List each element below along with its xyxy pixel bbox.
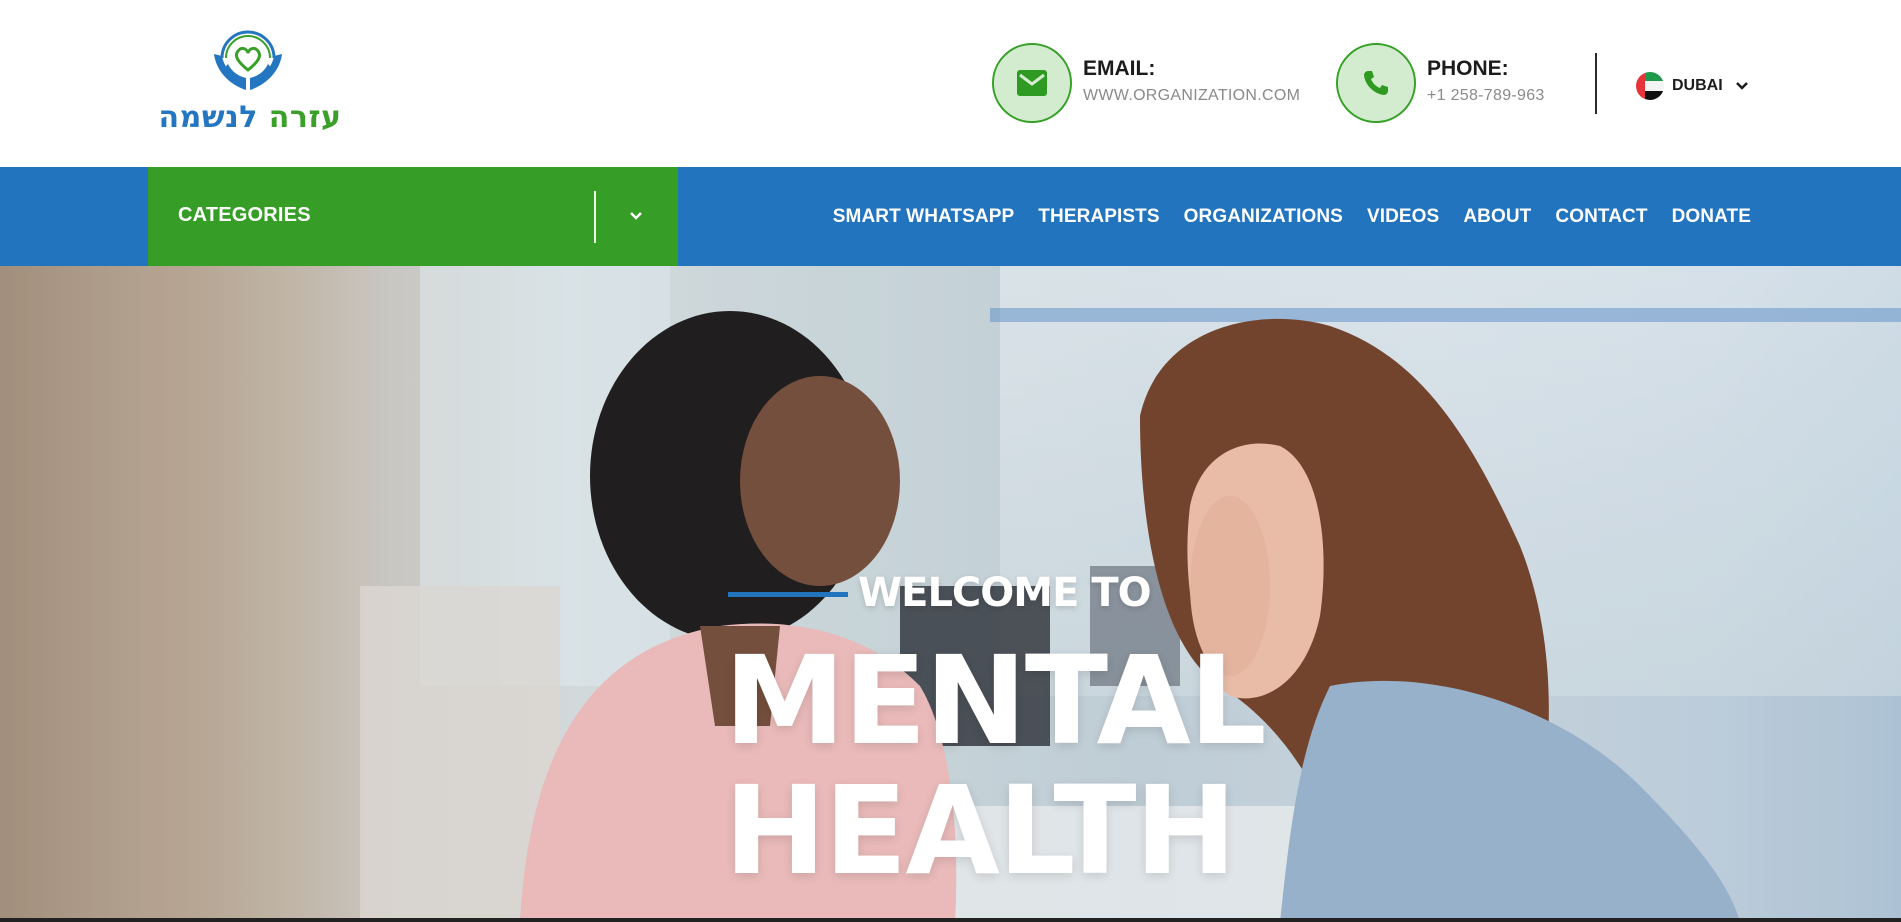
nav-item-donate[interactable]: DONATE (1672, 206, 1751, 228)
nav-item-organizations[interactable]: ORGANIZATIONS (1184, 206, 1343, 228)
site-logo[interactable]: עזרה לנשמה (150, 22, 350, 140)
chevron-down-icon[interactable] (626, 206, 646, 226)
email-value[interactable]: WWW.ORGANIZATION.COM (1083, 87, 1300, 105)
bottom-edge-strip (0, 918, 1901, 922)
uae-flag-icon (1636, 72, 1664, 100)
main-menu: SMART WHATSAPP THERAPISTS ORGANIZATIONS … (809, 167, 1751, 266)
hero-welcome: WELCOME TO (858, 570, 1152, 616)
logo-word-1: עזרה (268, 100, 342, 135)
language-label: DUBAI (1672, 77, 1723, 94)
categories-divider (594, 191, 596, 243)
hands-heart-logo-icon (214, 30, 282, 90)
envelope-icon (1017, 70, 1047, 96)
hero-headline-line-1: MENTAL (724, 630, 1267, 772)
nav-item-smart-whatsapp[interactable]: SMART WHATSAPP (833, 206, 1015, 228)
hero-headline-line-2: HEALTH (724, 760, 1237, 902)
phone-contact[interactable]: PHONE: +1 258-789-963 (1336, 43, 1566, 123)
hero-banner: WELCOME TO MENTAL HEALTH (0, 266, 1901, 922)
welcome-row: WELCOME TO (728, 570, 1428, 618)
nav-item-about[interactable]: ABOUT (1463, 206, 1531, 228)
categories-dropdown[interactable]: CATEGORIES (148, 167, 678, 266)
logo-wordmark: עזרה לנשמה (150, 100, 350, 135)
phone-label: PHONE: (1427, 57, 1509, 80)
site-header: עזרה לנשמה EMAIL: WWW.ORGANIZATION.COM P… (0, 0, 1901, 167)
categories-label: CATEGORIES (178, 204, 311, 226)
header-divider (1595, 53, 1597, 114)
nav-item-therapists[interactable]: THERAPISTS (1038, 206, 1159, 228)
email-icon-circle (992, 43, 1072, 123)
nav-item-videos[interactable]: VIDEOS (1367, 206, 1439, 228)
logo-word-2: לנשמה (158, 100, 258, 135)
phone-icon (1364, 71, 1388, 95)
chevron-down-icon (1733, 77, 1751, 95)
language-selector[interactable]: DUBAI (1636, 70, 1751, 102)
nav-item-contact[interactable]: CONTACT (1555, 206, 1647, 228)
email-label: EMAIL: (1083, 57, 1156, 80)
accent-line (728, 592, 848, 597)
email-contact[interactable]: EMAIL: WWW.ORGANIZATION.COM (992, 43, 1312, 123)
hero-text: WELCOME TO MENTAL HEALTH (724, 570, 1428, 892)
phone-value[interactable]: +1 258-789-963 (1427, 87, 1545, 105)
phone-icon-circle (1336, 43, 1416, 123)
